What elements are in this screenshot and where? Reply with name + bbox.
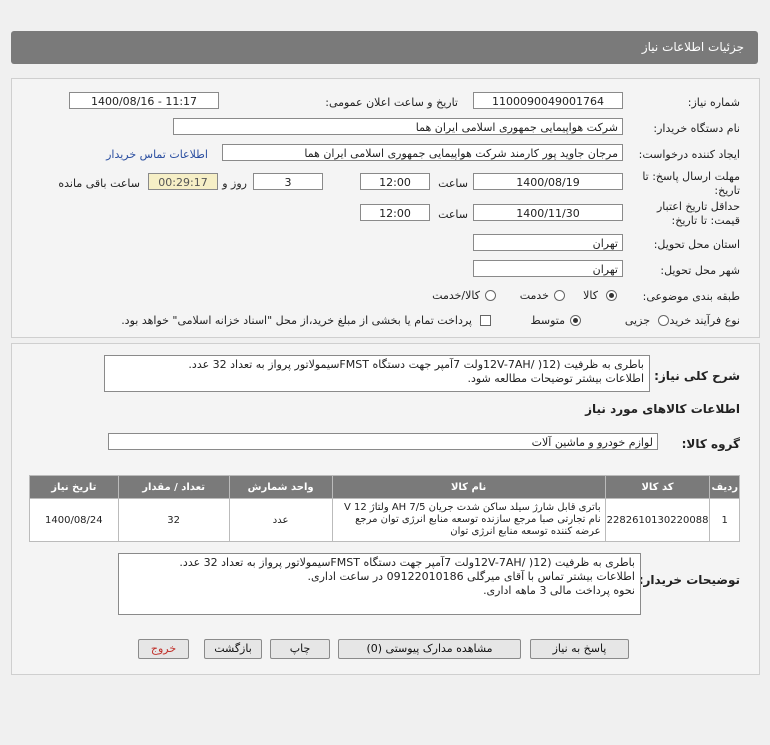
category-radio-goods-service[interactable] [485,290,496,301]
table-row: 1 2282610130220088 باتری قابل شارژ سیلد … [29,498,740,542]
deadline-days-label: روز و [222,177,247,190]
row-index: 1 [709,498,740,542]
category-radio-goods[interactable] [606,290,617,301]
reply-button[interactable]: پاسخ به نیاز [530,639,629,659]
summary-text: باطری به ظرفیت (12( /12V-7AHولت 7آمپر جه… [104,355,650,392]
deadline-days-field: 3 [253,173,323,190]
requester-field: مرجان جاوید پور کارمند شرکت هواپیمایی جم… [222,144,623,161]
print-button[interactable]: چاپ [270,639,330,659]
buyer-org-label: نام دستگاه خریدار: [653,122,740,135]
announce-datetime-field: 1400/08/16 - 11:17 [69,92,219,109]
buyer-notes-label: توضیحات خریدار: [638,573,740,587]
validity-time-label: ساعت [438,208,468,221]
goods-group-label: گروه کالا: [681,437,740,451]
goods-section-title: اطلاعات کالاهای مورد نیاز [585,402,740,416]
buyer-notes-line-1: باطری به ظرفیت (12( /12V-7AHولت 7آمپر جه… [179,556,635,569]
requester-label: ایجاد کننده درخواست: [638,148,740,161]
purchase-process-label: نوع فرآیند خرید : [662,314,740,327]
buyer-notes-line-3: نحوه پرداخت مالی 3 ماهه اداری. [483,584,635,597]
col-unit: واحد شمارش [228,475,333,499]
row-code: 2282610130220088 [604,498,711,542]
col-code: کد کالا [604,475,711,499]
category-label: طبقه بندی موضوعی: [642,290,740,303]
process-option-minor: جزیی [624,314,650,327]
deadline-time-label: ساعت [438,177,468,190]
validity-label-line2: قیمت: تا تاریخ: [671,214,740,227]
page: جزئیات اطلاعات نیاز ParsNamadData مرکز ف… [0,0,770,745]
deadline-label-line1: مهلت ارسال پاسخ: تا [642,170,740,183]
remaining-time-field: 00:29:17 [148,173,218,190]
summary-line-1: باطری به ظرفیت (12( /12V-7AHولت 7آمپر جه… [188,358,644,371]
category-option-goods-service: کالا/خدمت [432,289,480,302]
remaining-time-label: ساعت باقی مانده [58,177,140,190]
buyer-notes-line-2: اطلاعات بیشتر تماس با آقای میرگلی 091220… [307,570,635,583]
category-radio-service[interactable] [554,290,565,301]
need-number-label: شماره نیاز: [687,96,740,109]
province-label: استان محل تحویل: [653,238,740,251]
validity-date-field: 1400/11/30 [473,204,623,221]
goods-group-field: لوازم خودرو و ماشین آلات [108,433,658,450]
deadline-label-line2: تاریخ: [714,184,740,197]
announce-datetime-label: تاریخ و ساعت اعلان عمومی: [325,96,458,109]
process-radio-minor[interactable] [658,315,669,326]
row-name-line-1: باتری قابل شارژ سیلد ساکن شدت جریان AH 7… [343,502,601,513]
buyer-org-field: شرکت هواپیمایی جمهوری اسلامی ایران هما [173,118,623,135]
buyer-notes-text: باطری به ظرفیت (12( /12V-7AHولت 7آمپر جه… [118,553,641,615]
validity-label-line1: حداقل تاریخ اعتبار [656,200,740,213]
col-index: ردیف [709,475,740,499]
summary-line-2: اطلاعات بیشتر توضیحات مطالعه شود. [467,372,644,385]
need-number-field: 1100090049001764 [473,92,623,109]
category-option-goods: کالا [583,289,598,302]
process-option-medium: متوسط [530,314,565,327]
attachments-button[interactable]: مشاهده مدارک پیوستی (0) [338,639,521,659]
category-option-service: خدمت [519,289,549,302]
goods-table-header: ردیف کد کالا نام کالا واحد شمارش تعداد /… [29,475,740,499]
goods-table: ردیف کد کالا نام کالا واحد شمارش تعداد /… [29,475,740,542]
row-name: باتری قابل شارژ سیلد ساکن شدت جریان AH 7… [331,498,606,542]
treasury-checkbox[interactable] [480,315,491,326]
page-header: جزئیات اطلاعات نیاز [11,31,758,64]
exit-button[interactable]: خروج [138,639,189,659]
validity-time-field: 12:00 [360,204,430,221]
page-title: جزئیات اطلاعات نیاز [641,40,744,54]
treasury-note: پرداخت تمام یا بخشی از مبلغ خرید،از محل … [121,314,472,327]
city-label: شهر محل تحویل: [660,264,740,277]
buyer-contact-link[interactable]: اطلاعات تماس خریدار [106,148,208,161]
row-date: 1400/08/24 [29,498,119,542]
row-name-line-2: نام تجارتی صبا مرجع سازنده توسعه منابع ا… [355,514,601,525]
col-name: نام کالا [331,475,606,499]
row-qty: 32 [117,498,230,542]
deadline-time-field: 12:00 [360,173,430,190]
summary-label: شرح کلی نیاز: [654,369,740,383]
row-unit: عدد [228,498,333,542]
deadline-date-field: 1400/08/19 [473,173,623,190]
col-qty: تعداد / مقدار [117,475,230,499]
province-field: تهران [473,234,623,251]
city-field: تهران [473,260,623,277]
col-date: تاریخ نیاز [29,475,119,499]
back-button[interactable]: بازگشت [204,639,262,659]
process-radio-medium[interactable] [570,315,581,326]
row-name-line-3: عرضه کننده توسعه منابع انرژی توان [450,526,601,537]
